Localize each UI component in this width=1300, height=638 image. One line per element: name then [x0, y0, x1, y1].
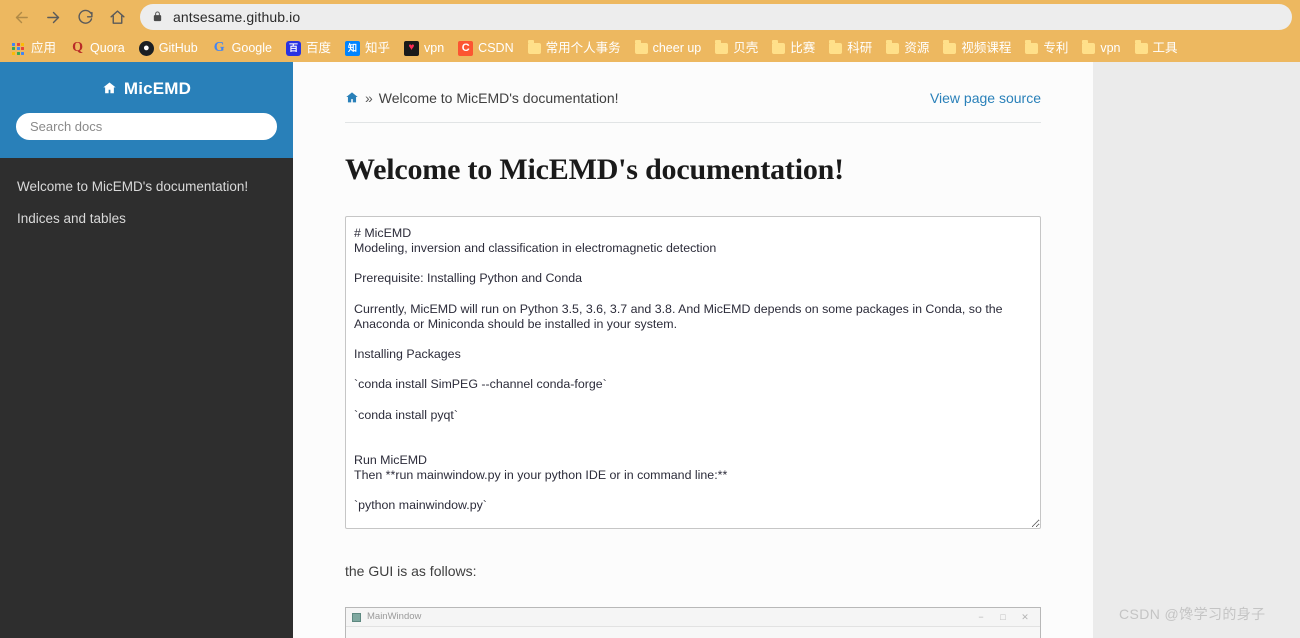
browser-chrome: antsesame.github.io 应用 Q Quora ● GitHub G Goog… — [0, 0, 1300, 62]
readme-textarea[interactable] — [345, 216, 1041, 529]
github-icon: ● — [138, 40, 154, 56]
bookmark-item[interactable]: 百百度 — [279, 36, 338, 60]
bookmark-label: cheer up — [652, 40, 702, 55]
google-icon: G — [213, 40, 225, 55]
bookmark-item[interactable]: 视频课程 — [936, 36, 1018, 60]
content-column: » Welcome to MicEMD's documentation! Vie… — [293, 62, 1093, 638]
forward-button[interactable] — [38, 2, 68, 32]
sidebar-brand[interactable]: MicEMD — [16, 79, 277, 99]
bookmark-item[interactable]: 应用 — [4, 36, 63, 60]
breadcrumb-current: Welcome to MicEMD's documentation! — [378, 90, 619, 106]
apps-grid-icon — [11, 41, 26, 56]
reload-button[interactable] — [70, 2, 100, 32]
minimize-icon: − — [978, 611, 984, 622]
browser-toolbar: antsesame.github.io — [0, 0, 1300, 34]
folder-icon — [943, 40, 957, 54]
close-icon: ✕ — [1021, 611, 1029, 622]
app-icon — [352, 612, 361, 622]
sidebar-item-welcome[interactable]: Welcome to MicEMD's documentation! — [0, 171, 293, 203]
bookmark-label: 视频课程 — [961, 40, 1012, 55]
bookmark-label: 比赛 — [790, 40, 816, 55]
bookmark-label: vpn — [424, 40, 445, 55]
bookmark-label: CSDN — [478, 40, 514, 55]
bookmark-label: 百度 — [305, 40, 331, 55]
bookmark-label: vpn — [1100, 40, 1121, 55]
folder-icon — [715, 40, 729, 54]
home-icon[interactable] — [345, 91, 359, 106]
sidebar-item-indices[interactable]: Indices and tables — [0, 203, 293, 235]
folder-icon — [886, 40, 900, 54]
bookmark-label: 专利 — [1043, 40, 1069, 55]
gui-menubar — [346, 627, 1040, 638]
sidebar-nav: Welcome to MicEMD's documentation! Indic… — [0, 158, 293, 236]
bookmark-item[interactable]: 专利 — [1018, 36, 1075, 60]
breadcrumb-row: » Welcome to MicEMD's documentation! Vie… — [345, 90, 1041, 123]
home-button[interactable] — [102, 2, 132, 32]
gui-titlebar: MainWindow − □ ✕ — [346, 608, 1040, 627]
bookmark-item[interactable]: vpn — [1075, 36, 1127, 60]
search-input[interactable] — [16, 113, 277, 140]
breadcrumb-separator: » — [365, 90, 373, 106]
bookmark-item[interactable]: Q Quora — [63, 36, 132, 60]
bookmark-item[interactable]: ♥ vpn — [397, 36, 451, 60]
lock-icon — [152, 10, 163, 25]
right-gutter: CSDN @馋学习的身子 — [1093, 62, 1300, 638]
bookmark-label: Google — [231, 40, 272, 55]
address-bar-url: antsesame.github.io — [173, 9, 301, 25]
folder-icon — [829, 40, 843, 54]
bookmark-item[interactable]: 知知乎 — [338, 36, 397, 60]
bookmark-item[interactable]: C CSDN — [451, 36, 520, 60]
gui-screenshot-image: MainWindow − □ ✕ — [345, 607, 1041, 638]
bookmark-label: 贝壳 — [733, 40, 759, 55]
bookmark-item[interactable]: G Google — [205, 36, 279, 60]
folder-icon — [1082, 40, 1096, 54]
bookmark-item[interactable]: 贝壳 — [708, 36, 765, 60]
gui-caption: the GUI is as follows: — [345, 563, 477, 579]
bookmark-label: 常用个人事务 — [545, 40, 621, 55]
maximize-icon: □ — [1000, 611, 1006, 622]
bookmark-item[interactable]: 科研 — [822, 36, 879, 60]
sidebar: MicEMD Welcome to MicEMD's documentation… — [0, 62, 293, 638]
sidebar-header: MicEMD — [0, 62, 293, 158]
vpn-icon: ♥ — [404, 40, 420, 56]
page-title: Welcome to MicEMD's documentation! — [345, 153, 844, 186]
home-icon — [102, 81, 117, 98]
folder-icon — [527, 40, 541, 54]
bookmark-item[interactable]: 资源 — [879, 36, 936, 60]
zhihu-icon: 知 — [345, 40, 360, 56]
breadcrumb: » Welcome to MicEMD's documentation! — [345, 90, 619, 106]
bookmark-item[interactable]: ● GitHub — [132, 36, 205, 60]
bookmark-item[interactable]: 比赛 — [765, 36, 822, 60]
bookmark-item[interactable]: 工具 — [1128, 36, 1185, 60]
folder-icon — [772, 40, 786, 54]
folder-icon — [634, 40, 648, 54]
bookmark-item[interactable]: 常用个人事务 — [521, 36, 628, 60]
watermark: CSDN @馋学习的身子 — [1119, 606, 1266, 622]
address-bar[interactable]: antsesame.github.io — [140, 4, 1292, 30]
baidu-icon: 百 — [285, 40, 301, 56]
bookmarks-bar: 应用 Q Quora ● GitHub G Google 百百度知知乎 ♥ vpn C CSDN 常用个… — [0, 34, 1300, 62]
folder-icon — [1025, 40, 1039, 54]
bookmark-label: Quora — [90, 40, 125, 55]
bookmark-label: 知乎 — [365, 40, 391, 55]
gui-window-title: MainWindow — [367, 611, 422, 623]
bookmark-label: 资源 — [904, 40, 930, 55]
view-page-source-link[interactable]: View page source — [930, 90, 1041, 106]
csdn-icon: C — [458, 40, 474, 56]
bookmark-item[interactable]: cheer up — [628, 36, 709, 60]
sidebar-brand-label: MicEMD — [123, 79, 192, 98]
bookmark-label: 工具 — [1152, 40, 1178, 55]
bookmark-label: 科研 — [847, 40, 873, 55]
back-button[interactable] — [6, 2, 36, 32]
bookmark-label: 应用 — [31, 40, 57, 55]
bookmark-label: GitHub — [158, 40, 198, 55]
folder-icon — [1134, 40, 1148, 54]
page-viewport: MicEMD Welcome to MicEMD's documentation… — [0, 62, 1300, 638]
quora-icon: Q — [72, 40, 83, 55]
